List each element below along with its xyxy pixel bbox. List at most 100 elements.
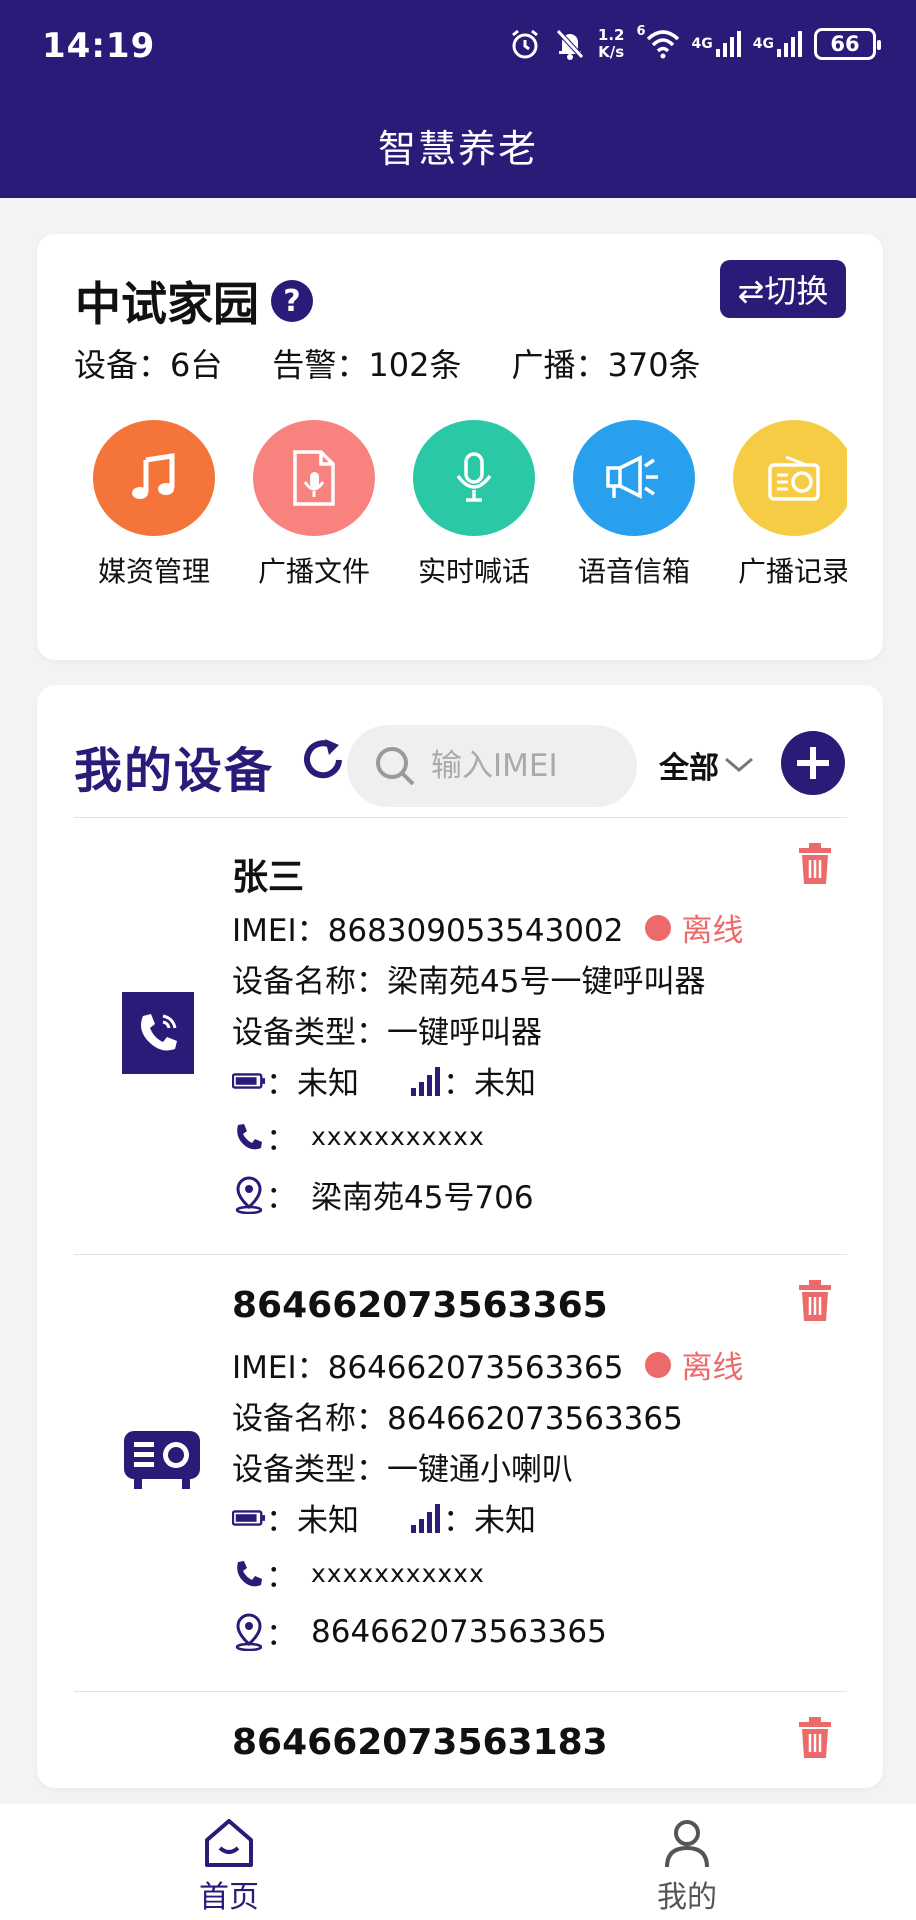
quick-action-live-talk[interactable]: 实时喊话 [394,420,554,590]
status-text: 离线 [681,1350,744,1386]
location-pin-icon [232,1612,266,1651]
delete-trash-icon[interactable] [795,1279,835,1323]
network-type-2: 4G [752,36,774,52]
quick-action-label: 广播记录 [737,555,847,588]
community-stats: 设备：6台 告警：102条 广播：370条 [74,340,701,386]
device-type: 设备类型：一键通小喇叭 [232,1452,573,1488]
device-phone: ： xxxxxxxxxxx [232,1114,485,1159]
megaphone-icon [573,420,695,536]
status-text: 离线 [681,913,744,949]
battery-value: 未知 [297,1503,359,1539]
device-type: 设备类型：一键呼叫器 [232,1015,542,1051]
microphone-icon [413,420,535,536]
quick-action-label: 语音信箱 [577,555,690,588]
network-speed: 1.2 K/s [598,24,625,64]
battery-icon [232,1501,266,1535]
location-pin-icon [232,1175,266,1214]
device-battery-signal: ： 未知 ： 未知 [232,1058,536,1103]
colon: ： [266,1066,297,1102]
wifi-label: 6 [636,24,646,39]
device-name-title: 张三 [232,857,305,898]
plus-icon [797,747,829,779]
delete-trash-icon[interactable] [795,842,835,886]
wifi-icon: 6 [636,24,679,64]
signal-value: 未知 [474,1066,536,1102]
network-speed-unit: K/s [598,43,625,61]
status-badge: 离线 [645,905,743,950]
signal-value: 未知 [474,1503,536,1539]
add-device-button[interactable] [781,731,845,795]
quick-action-label: 媒资管理 [97,555,210,588]
mute-bell-icon [554,24,586,64]
device-list-item[interactable]: 864662073563365 IMEI：864662073563365 离线 … [74,1255,847,1692]
help-icon[interactable]: ? [271,280,313,322]
device-filter-dropdown[interactable]: 全部 [659,743,755,787]
quick-action-label: 实时喊话 [417,555,530,588]
network-type-1: 4G [691,36,713,52]
device-name: 设备名称：梁南苑45号一键呼叫器 [232,964,706,1000]
colon: ： [266,1617,297,1653]
search-icon [376,747,415,786]
device-imei: IMEI：868309053543002 离线 [232,905,743,950]
colon: ： [443,1503,474,1539]
quick-action-broadcast-records[interactable]: 广播记录 [714,420,847,590]
device-name-title: 864662073563183 [232,1722,608,1763]
imei-text: IMEI：864662073563365 [232,1350,624,1386]
refresh-icon[interactable] [299,735,349,785]
phone-call-icon [122,992,194,1074]
device-list-item[interactable]: 张三 IMEI：868309053543002 离线 设备名称：梁南苑45号一键… [74,818,847,1255]
location-value: 864662073563365 [311,1613,607,1650]
switch-community-button[interactable]: ⇄切换 [720,260,846,318]
colon: ： [266,1180,297,1216]
offline-dot [645,914,672,941]
community-header: 中试家园 ? [75,268,313,334]
page-title: 智慧养老 [377,127,538,171]
quick-actions: 媒资管理 广播文件 实时喊话 语音信箱 广播记录 [74,420,847,590]
community-card: 中试家园 ? ⇄切换 设备：6台 告警：102条 广播：370条 媒资管理 广播… [37,234,883,660]
status-icons: 1.2 K/s 6 4G 4G 66 [508,24,881,64]
nav-home[interactable]: 首页 [0,1804,458,1920]
colon: ： [266,1122,297,1158]
stat-alarms: 告警：102条 [272,346,462,384]
devices-title: 我的设备 [74,743,275,799]
imei-search[interactable] [347,725,637,807]
music-note-icon [93,420,215,536]
device-name-title: 864662073563365 [232,1285,608,1326]
device-battery-signal: ： 未知 ： 未知 [232,1495,536,1540]
cellular-signal-2: 4G [753,24,802,64]
quick-action-broadcast-files[interactable]: 广播文件 [234,420,394,590]
stat-broadcasts: 广播：370条 [511,346,701,384]
device-name: 设备名称：864662073563365 [232,1401,683,1437]
device-location: ： 梁南苑45号706 [232,1172,534,1217]
quick-action-voicemail[interactable]: 语音信箱 [554,420,714,590]
nav-profile-label: 我的 [657,1880,717,1915]
battery-icon: 66 [814,28,881,60]
user-icon [665,1820,709,1868]
phone-icon [232,1557,266,1591]
audio-file-icon [253,420,375,536]
stat-devices: 设备：6台 [74,346,223,384]
devices-card: 我的设备 全部 张三 IMEI：868309053543002 离线 设备名称：… [37,685,883,1788]
home-icon [205,1819,253,1867]
chevron-down-icon [725,757,753,772]
phone-value: xxxxxxxxxxx [311,1122,485,1151]
location-value: 梁南苑45号706 [311,1180,534,1216]
radio-icon [733,420,847,536]
speaker-device-icon [122,1425,202,1495]
quick-action-media[interactable]: 媒资管理 [74,420,234,590]
battery-value: 未知 [297,1066,359,1102]
quick-action-label: 广播文件 [257,555,370,588]
colon: ： [266,1559,297,1595]
search-input[interactable] [431,748,621,784]
battery-icon [232,1064,266,1098]
filter-label: 全部 [659,751,719,786]
nav-profile[interactable]: 我的 [458,1804,916,1920]
phone-value: xxxxxxxxxxx [311,1559,485,1588]
colon: ： [443,1066,474,1102]
offline-dot [645,1351,672,1378]
community-name: 中试家园 [75,277,259,331]
device-list-item[interactable]: 864662073563183 [74,1692,847,1788]
device-phone: ： xxxxxxxxxxx [232,1551,485,1596]
signal-icon [409,1064,443,1098]
delete-trash-icon[interactable] [795,1716,835,1760]
